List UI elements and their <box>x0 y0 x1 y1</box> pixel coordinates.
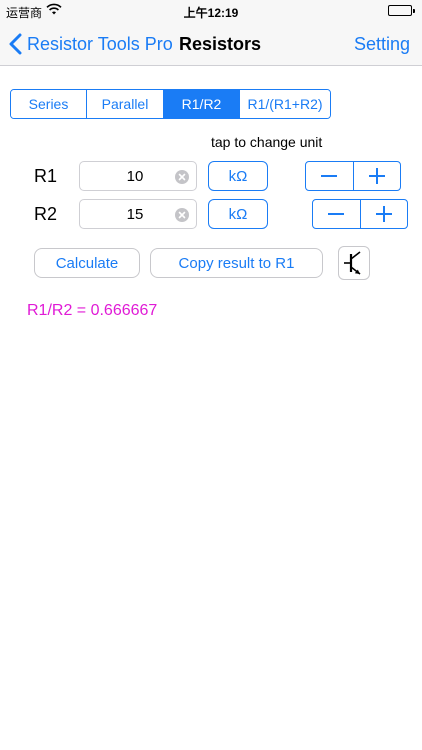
back-button[interactable]: Resistor Tools Pro <box>8 31 173 57</box>
calculate-button[interactable]: Calculate <box>34 248 140 278</box>
r1-label: R1 <box>34 166 58 186</box>
r2-increment-button[interactable] <box>361 200 408 228</box>
minus-icon <box>321 175 338 177</box>
transistor-button[interactable] <box>338 246 370 280</box>
back-label: Resistor Tools Pro <box>27 33 173 54</box>
plus-icon <box>368 168 385 184</box>
r2-unit-button[interactable]: kΩ <box>208 199 268 229</box>
unit-hint-label: tap to change unit <box>211 134 323 150</box>
page-title: Resistors <box>179 34 262 54</box>
clear-circle-icon[interactable] <box>175 208 189 222</box>
r1-decrement-button[interactable] <box>306 162 354 190</box>
setting-button[interactable]: Setting <box>354 34 410 55</box>
r1-increment-button[interactable] <box>354 162 401 190</box>
transistor-icon <box>344 251 361 275</box>
status-bar: 运营商 上午12:19 <box>0 0 422 22</box>
chevron-left-icon <box>9 33 22 55</box>
r2-decrement-button[interactable] <box>313 200 361 228</box>
r2-label: R2 <box>34 204 58 224</box>
plus-icon <box>375 206 392 222</box>
clear-circle-icon[interactable] <box>175 170 189 184</box>
segment-r1-over-r1-plus-r2[interactable]: R1/(R1+R2) <box>240 90 330 118</box>
segment-parallel[interactable]: Parallel <box>87 90 164 118</box>
r1-stepper <box>305 161 401 191</box>
segment-r1-r2[interactable]: R1/R2 <box>164 90 240 118</box>
r1-input[interactable]: 10 <box>79 161 197 191</box>
minus-icon <box>328 213 345 215</box>
status-time: 上午12:19 <box>183 6 239 20</box>
result-text: R1/R2 = 0.666667 <box>27 302 158 319</box>
segment-series[interactable]: Series <box>11 90 87 118</box>
r2-input[interactable]: 15 <box>79 199 197 229</box>
r1-unit-button[interactable]: kΩ <box>208 161 268 191</box>
battery-icon <box>388 5 415 16</box>
r2-stepper <box>312 199 408 229</box>
mode-segmented-control: Series Parallel R1/R2 R1/(R1+R2) <box>10 89 331 119</box>
nav-bar: Resistor Tools Pro Resistors Setting <box>0 22 422 66</box>
copy-result-button[interactable]: Copy result to R1 <box>150 248 323 278</box>
